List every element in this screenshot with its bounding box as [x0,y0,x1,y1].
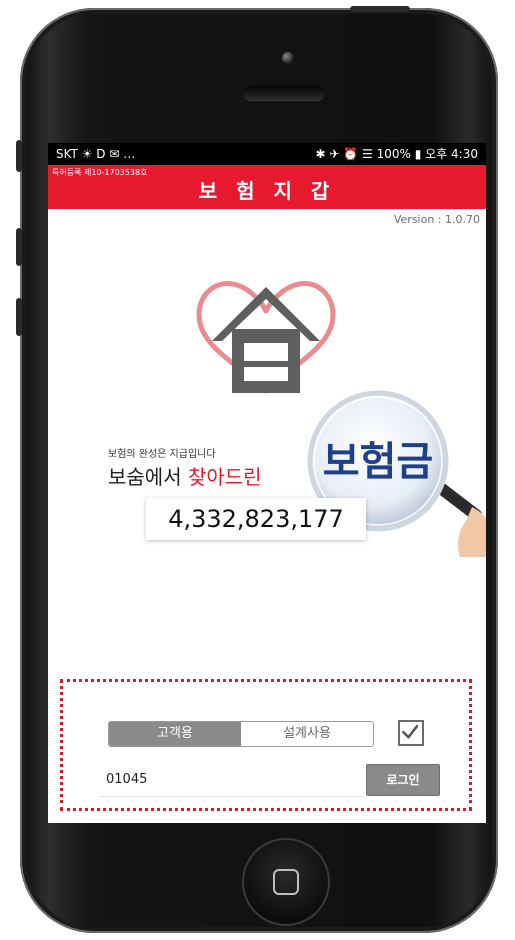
tab-customer[interactable]: 고객용 [109,722,241,746]
tagline-small: 보험의 완성은 지급입니다 [108,449,216,460]
power-button [350,6,410,12]
app-title: 보 험 지 갑 [198,179,336,203]
version-label: Version : 1.0.70 [393,213,480,226]
insurance-amount: 4,332,823,177 [146,498,366,540]
volume-up-button [16,228,22,266]
remember-checkbox[interactable] [398,720,424,746]
logo-house-heart-icon [196,280,336,394]
volume-down-button [16,298,22,336]
tagline-prefix: 보숨에서 [108,465,188,489]
home-button-icon [273,869,299,895]
earpiece-speaker [244,86,324,100]
checkbox-check-icon [402,724,419,739]
phone-screen: SKT ☀ D ✉ … ✱ ✈ ⏰ ☰ 100% ▮ 오후 4:30 특허등록 … [48,143,486,823]
front-camera-icon [282,52,294,64]
magnifier-word: 보험금 [323,439,433,485]
tab-planner[interactable]: 설계사용 [241,722,373,746]
status-left: SKT ☀ D ✉ … [56,147,136,161]
home-button[interactable] [242,838,330,926]
login-button[interactable]: 로그인 [366,764,440,796]
status-bar: SKT ☀ D ✉ … ✱ ✈ ⏰ ☰ 100% ▮ 오후 4:30 [48,143,486,165]
app-header: 특허등록 제10-1703538호 보 험 지 갑 [48,165,486,209]
id-input[interactable] [100,763,364,797]
tagline: 보숨에서 찾아드린 [108,461,262,490]
user-type-toggle: 고객용 설계사용 [108,721,374,747]
status-right: ✱ ✈ ⏰ ☰ 100% ▮ 오후 4:30 [315,147,478,161]
tagline-highlight: 찾아드린 [187,465,262,489]
silent-switch [16,140,22,172]
